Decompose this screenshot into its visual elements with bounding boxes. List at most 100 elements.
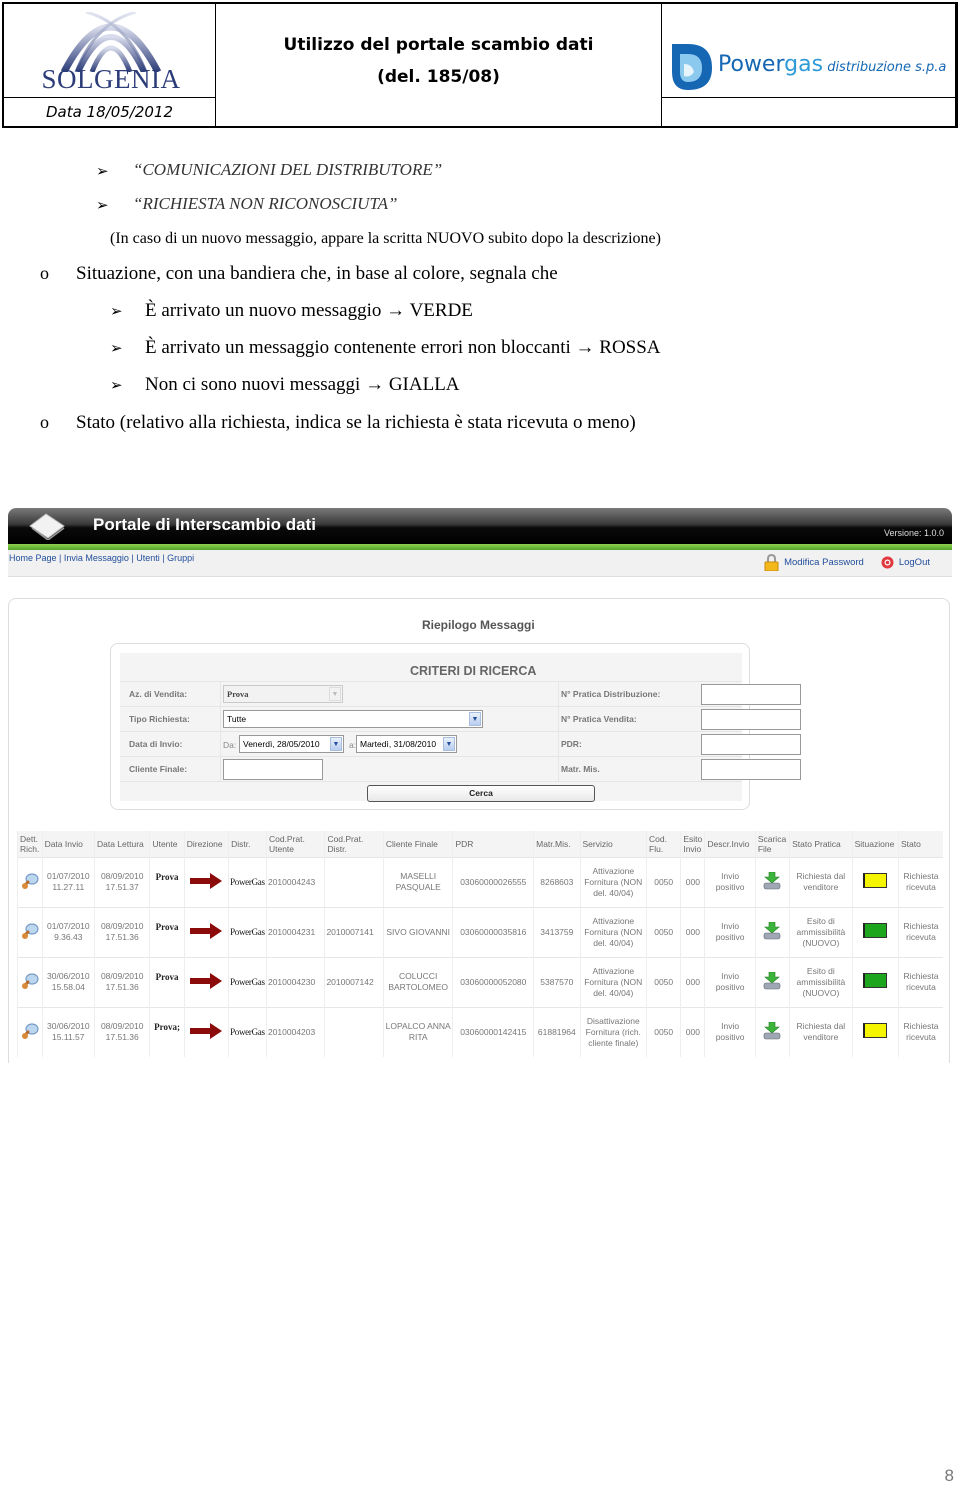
- pdr-cell: 03060000026555: [452, 856, 534, 907]
- data-invio-cell: 01/07/2010 9.36.43: [41, 906, 95, 957]
- powergas-suffix: distribuzione s.p.a: [823, 60, 947, 75]
- col-servizio: Servizio: [579, 831, 647, 857]
- table-row[interactable]: 30/06/2010 15.58.04 08/09/2010 17.51.36 …: [17, 956, 943, 1007]
- n-pratica-vendita-input[interactable]: [701, 709, 801, 730]
- cod-prat-distr-cell: 2010007141: [324, 906, 384, 957]
- stato-pratica-cell: Richiesta dal venditore: [789, 1006, 853, 1057]
- cod-flu-cell: 0050: [646, 1006, 681, 1057]
- data-lettura-cell: 08/09/2010 17.51.37: [93, 856, 150, 907]
- table-row[interactable]: 01/07/2010 9.36.43 08/09/2010 17.51.36 P…: [17, 906, 943, 957]
- col-stato-pratica: Stato Pratica: [789, 831, 853, 857]
- powergas-mark-icon: [672, 44, 712, 90]
- download-icon[interactable]: [763, 1021, 781, 1040]
- flag-rule-gialla: Non ci sono nuovi messaggi → GIALLA: [145, 374, 460, 396]
- data-da-select[interactable]: Venerdì, 28/05/2010 ▼: [239, 735, 344, 753]
- item-situazione: Situazione, con una bandiera che, in bas…: [76, 263, 558, 284]
- dett-rich-cell[interactable]: [17, 1006, 43, 1057]
- nav-home-page[interactable]: Home Page: [9, 553, 57, 563]
- circle-bullet: o: [40, 412, 49, 432]
- col-descr-invio: Descr.Invio: [704, 831, 756, 857]
- situation-flag-icon: [863, 923, 888, 938]
- col-direzione: Direzione: [183, 831, 229, 857]
- direction-arrow-icon: [190, 1022, 223, 1039]
- modifica-password-link[interactable]: Modifica Password: [784, 557, 864, 568]
- direzione-cell: [183, 906, 229, 957]
- esito-invio-cell: 000: [680, 956, 705, 1007]
- matr-mis-input[interactable]: [701, 759, 801, 780]
- dett-rich-cell[interactable]: [17, 856, 43, 907]
- download-icon[interactable]: [763, 971, 781, 990]
- az-vendita-select[interactable]: Prova ▼: [223, 685, 343, 703]
- header-blank-cell: [662, 98, 956, 126]
- distr-cell: PowerGas: [228, 856, 267, 907]
- pdr-input[interactable]: [701, 734, 801, 755]
- col-cod-prat-utente: Cod.Prat. Utente: [265, 831, 325, 857]
- table-row[interactable]: 01/07/2010 11.27.11 08/09/2010 17.51.37 …: [17, 856, 943, 907]
- descr-invio-cell: Invio positivo: [704, 956, 756, 1007]
- direction-arrow-icon: [190, 922, 223, 939]
- col-separator: [220, 757, 221, 782]
- dett-rich-cell[interactable]: [17, 956, 43, 1007]
- matr-mis-cell: 61881964: [533, 1006, 580, 1057]
- table-row[interactable]: 30/06/2010 15.11.57 08/09/2010 17.51.36 …: [17, 1006, 943, 1057]
- pdr-cell: 03060000142415: [452, 1006, 534, 1057]
- pdr-cell: 03060000035816: [452, 906, 534, 957]
- book-icon: [29, 513, 65, 540]
- scarica-file-cell[interactable]: [754, 906, 790, 957]
- col-distr: Distr.: [228, 831, 267, 857]
- arrow-bullet-icon: ➢: [96, 196, 109, 214]
- powergas-gas: gas: [784, 52, 824, 77]
- distr-cell: PowerGas: [228, 1006, 267, 1057]
- col-esito-invio: Esito Invio: [680, 831, 705, 857]
- data-a-select[interactable]: Martedì, 31/08/2010 ▼: [356, 735, 457, 753]
- col-separator: [558, 757, 559, 782]
- tipo-richiesta-value: Tutte: [227, 714, 247, 724]
- servizio-cell: Attivazione Fornitura (NON del. 40/04): [579, 956, 647, 1007]
- arrow-bullet-icon: ➢: [110, 302, 123, 320]
- note-nuovo: (In caso di un nuovo messaggio, appare l…: [110, 230, 661, 247]
- direzione-cell: [183, 956, 229, 1007]
- scarica-file-cell[interactable]: [754, 856, 790, 907]
- cliente-finale-cell: MASELLI PASQUALE: [382, 856, 453, 907]
- cliente-finale-cell: LOPALCO ANNA RITA: [382, 1006, 453, 1057]
- dett-rich-cell[interactable]: [17, 906, 43, 957]
- nav-gruppi[interactable]: Gruppi: [167, 553, 194, 563]
- cliente-finale-input[interactable]: [223, 759, 323, 780]
- col-separator: [558, 707, 559, 732]
- descr-invio-cell: Invio positivo: [704, 856, 756, 907]
- magnifier-detail-icon[interactable]: [21, 922, 39, 940]
- logout-link[interactable]: LogOut: [899, 557, 930, 568]
- magnifier-detail-icon[interactable]: [21, 1022, 39, 1040]
- matr-mis-label: Matr. Mis.: [561, 764, 600, 774]
- situation-flag-icon: [863, 1023, 888, 1039]
- cod-prat-utente-cell: 2010004231: [265, 906, 325, 957]
- flag-rule-rossa: È arrivato un messaggio contenente error…: [145, 337, 661, 359]
- nav-invia-messaggio[interactable]: Invia Messaggio: [64, 553, 129, 563]
- col-dett-rich: Dett. Rich.: [17, 831, 43, 857]
- flag-rule-text: Non ci sono nuovi messaggi: [145, 374, 361, 395]
- tipo-richiesta-select[interactable]: Tutte ▼: [223, 710, 483, 728]
- cod-prat-utente-cell: 2010004203: [265, 1006, 325, 1057]
- magnifier-detail-icon[interactable]: [21, 872, 39, 890]
- col-separator: [558, 732, 559, 757]
- chevron-down-icon: ▼: [329, 687, 341, 701]
- data-lettura-cell: 08/09/2010 17.51.36: [93, 1006, 150, 1057]
- distr-cell: PowerGas: [228, 956, 267, 1007]
- nav-utenti[interactable]: Utenti: [136, 553, 160, 563]
- cod-prat-utente-cell: 2010004243: [265, 856, 325, 907]
- scarica-file-cell[interactable]: [754, 1006, 790, 1057]
- col-separator: [558, 682, 559, 707]
- descr-invio-cell: Invio positivo: [704, 1006, 756, 1057]
- portal-screenshot: Portale di Interscambio dati Versione: 1…: [8, 508, 952, 1063]
- scarica-file-cell[interactable]: [754, 956, 790, 1007]
- stato-cell: Richiesta ricevuta: [897, 956, 943, 1007]
- n-pratica-distr-input[interactable]: [701, 684, 801, 705]
- download-icon[interactable]: [763, 871, 781, 890]
- stato-pratica-cell: Esito di ammissibilità (NUOVO): [789, 906, 853, 957]
- download-icon[interactable]: [763, 921, 781, 940]
- servizio-cell: Disattivazione Fornitura (rich. cliente …: [579, 1006, 647, 1057]
- powergas-logo-text: Powergas distribuzione s.p.a: [718, 52, 946, 77]
- magnifier-detail-icon[interactable]: [21, 972, 39, 990]
- cerca-button[interactable]: Cerca: [367, 785, 595, 802]
- sub-bullet-richiesta-non-riconosciuta: “RICHIESTA NON RICONOSCIUTA”: [133, 194, 398, 213]
